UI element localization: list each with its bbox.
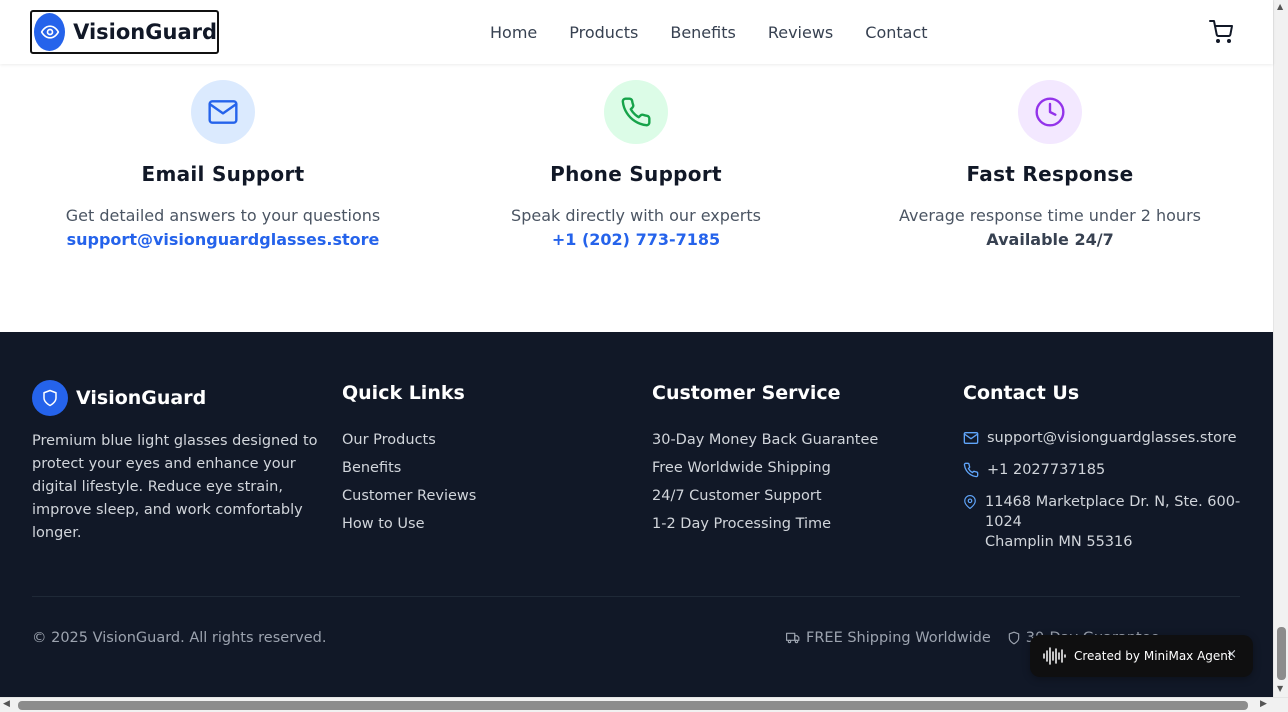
quick-links-title: Quick Links [342, 382, 465, 404]
service-item: 24/7 Customer Support [652, 488, 822, 504]
card-description: Get detailed answers to your questions [65, 206, 381, 225]
phone-icon [963, 462, 979, 478]
service-item: Free Worldwide Shipping [652, 460, 831, 476]
card-description: Average response time under 2 hours [899, 206, 1201, 225]
footer-brand-name: VisionGuard [76, 387, 207, 409]
contact-email-text: support@visionguardglasses.store [987, 430, 1237, 446]
shield-icon [1008, 631, 1020, 645]
customer-service-column: Customer Service 30-Day Money Back Guara… [652, 380, 878, 538]
card-description: Speak directly with our experts [511, 206, 761, 225]
close-icon[interactable]: × [1226, 647, 1237, 662]
contact-column: Contact Us support@visionguardglasses.st… [963, 380, 1243, 564]
site-header: VisionGuard Home Products Benefits Revie… [0, 0, 1273, 64]
shipping-badge-text: FREE Shipping Worldwide [806, 630, 991, 646]
nav-home[interactable]: Home [490, 23, 537, 42]
copyright-text: © 2025 VisionGuard. All rights reserved. [32, 630, 327, 646]
mail-icon [191, 80, 255, 144]
footer-link-benefits[interactable]: Benefits [342, 454, 476, 482]
vertical-scroll-thumb[interactable] [1277, 627, 1286, 680]
support-phone-link[interactable]: +1 (202) 773-7185 [436, 228, 836, 252]
customer-service-title: Customer Service [652, 382, 841, 404]
service-item: 1-2 Day Processing Time [652, 516, 832, 532]
logo-link[interactable]: VisionGuard [30, 10, 219, 54]
scroll-down-icon[interactable]: ▼ [1277, 684, 1283, 693]
nav-contact[interactable]: Contact [865, 23, 927, 42]
truck-icon [786, 632, 800, 644]
footer-link-reviews[interactable]: Customer Reviews [342, 482, 476, 510]
nav-benefits[interactable]: Benefits [670, 23, 736, 42]
nav-reviews[interactable]: Reviews [768, 23, 833, 42]
shipping-badge: FREE Shipping Worldwide [785, 630, 991, 646]
contact-address: 11468 Marketplace Dr. N, Ste. 600-1024 C… [963, 492, 1243, 552]
card-title: Fast Response [966, 162, 1134, 186]
contact-email[interactable]: support@visionguardglasses.store [963, 428, 1243, 448]
horizontal-scroll-thumb[interactable] [18, 701, 1248, 710]
footer-link-how-to-use[interactable]: How to Use [342, 510, 476, 538]
contact-title: Contact Us [963, 382, 1080, 404]
logo-text: VisionGuard [73, 20, 217, 44]
minimax-agent-toast[interactable]: Created by MiniMax Agent × [1030, 635, 1253, 677]
map-pin-icon [964, 495, 976, 509]
email-support-card: Email Support Get detailed answers to yo… [23, 80, 423, 252]
eye-icon [34, 13, 66, 51]
footer-description: Premium blue light glasses designed to p… [32, 433, 318, 541]
main-nav: Home Products Benefits Reviews Contact [490, 0, 960, 64]
footer-divider [32, 596, 1240, 597]
address-line-2: Champlin MN 55316 [985, 534, 1133, 550]
vertical-scrollbar[interactable]: ▲ ▼ [1273, 0, 1288, 697]
scroll-right-icon[interactable]: ▶ [1260, 699, 1267, 709]
scroll-left-icon[interactable]: ◀ [3, 699, 10, 709]
availability-text: Available 24/7 [986, 230, 1114, 249]
phone-support-card: Phone Support Speak directly with our ex… [436, 80, 836, 252]
address-line-1: 11468 Marketplace Dr. N, Ste. 600-1024 [985, 494, 1241, 530]
mail-icon [963, 432, 979, 444]
card-title: Phone Support [550, 162, 722, 186]
clock-icon [1018, 80, 1082, 144]
fast-response-card: Fast Response Average response time unde… [850, 80, 1250, 252]
footer-brand: VisionGuard [32, 380, 322, 416]
contact-phone[interactable]: +1 2027737185 [963, 460, 1243, 480]
toast-label: Created by MiniMax Agent [1074, 649, 1233, 663]
contact-phone-text: +1 2027737185 [987, 462, 1106, 478]
support-email-link[interactable]: support@visionguardglasses.store [23, 228, 423, 252]
footer-brand-column: VisionGuard Premium blue light glasses d… [32, 380, 322, 545]
waveform-icon [1043, 647, 1066, 665]
service-item: 30-Day Money Back Guarantee [652, 432, 879, 448]
shopping-cart-icon[interactable] [1208, 20, 1234, 44]
nav-products[interactable]: Products [569, 23, 638, 42]
horizontal-scrollbar[interactable]: ◀ ▶ [0, 697, 1288, 712]
footer-link-products[interactable]: Our Products [342, 426, 476, 454]
phone-icon [604, 80, 668, 144]
quick-links-column: Quick Links Our Products Benefits Custom… [342, 380, 476, 538]
shield-icon [32, 380, 68, 416]
card-title: Email Support [141, 162, 305, 186]
scroll-up-icon[interactable]: ▲ [1277, 2, 1283, 11]
